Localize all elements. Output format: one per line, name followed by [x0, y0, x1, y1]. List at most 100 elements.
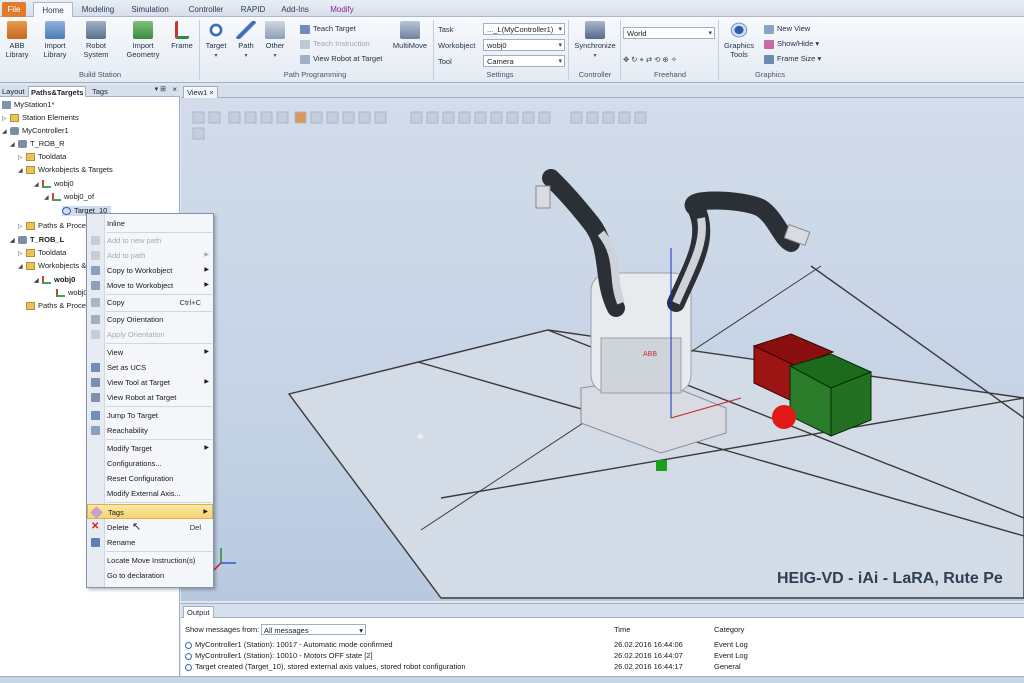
chevron-right-icon[interactable]: ▷ — [2, 114, 10, 124]
menu-item-inline[interactable]: Inline — [87, 216, 213, 231]
menu-item-locate-move-instructions[interactable]: Locate Move Instruction(s) — [87, 553, 213, 568]
viewport-toolbar[interactable] — [192, 111, 647, 140]
output-row[interactable]: MyController1 (Station): 10010 - Motors … — [181, 650, 1024, 661]
expand-icon[interactable]: ◢ — [44, 193, 52, 203]
menu-item-configurations[interactable]: Configurations... — [87, 456, 213, 471]
chevron-right-icon[interactable]: ▷ — [18, 222, 26, 232]
pin-icon[interactable]: ▾ ⊞ — [155, 85, 166, 93]
menu-item-modify-external-axis[interactable]: Modify External Axis... — [87, 486, 213, 501]
tab-file[interactable]: File — [2, 2, 26, 17]
tree-item[interactable]: ▷ Tooldata — [18, 152, 66, 163]
expand-icon[interactable]: ◢ — [18, 166, 26, 176]
tab-home[interactable]: Home — [33, 2, 73, 17]
menu-item-view[interactable]: View ▶ — [87, 345, 213, 360]
menu-item-delete[interactable]: ✕ Delete Del — [87, 520, 213, 535]
freehand-linear-icon[interactable]: ⇄ — [646, 55, 654, 64]
tool-combo[interactable]: Camera — [483, 55, 565, 67]
menu-item-copy[interactable]: Copy Ctrl+C — [87, 295, 213, 310]
menu-item-reset-configuration[interactable]: Reset Configuration — [87, 471, 213, 486]
show-hide-button[interactable]: Show/Hide ▾ — [764, 38, 819, 50]
menu-item-tags[interactable]: Tags ▶ — [87, 504, 213, 519]
column-header-category[interactable]: Category — [714, 624, 744, 635]
multimove-button[interactable]: MultiMove — [390, 21, 430, 50]
tree-item-label: MyStation1* — [14, 100, 55, 109]
frame-button[interactable]: Frame — [168, 21, 196, 50]
menu-item-rename[interactable]: Rename — [87, 535, 213, 550]
tab-view1[interactable]: View1 × — [183, 86, 218, 98]
view-robot-at-target-button[interactable]: View Robot at Target — [300, 53, 382, 65]
tree-item[interactable]: ◢ T_ROB_L — [10, 235, 64, 246]
expand-icon[interactable]: ◢ — [10, 236, 18, 246]
menu-item-add-to-path[interactable]: Add to path ▶ — [87, 248, 213, 263]
output-row[interactable]: Target created (Target_10), stored exter… — [181, 661, 1024, 672]
menu-item-jump-to-target[interactable]: Jump To Target — [87, 408, 213, 423]
teach-instruction-button[interactable]: Teach Instruction — [300, 38, 370, 50]
menu-item-add-to-new-path[interactable]: Add to new path — [87, 233, 213, 248]
robot-system-button[interactable]: Robot System — [80, 21, 112, 59]
chevron-right-icon[interactable]: ▷ — [18, 153, 26, 163]
tab-rapid[interactable]: RAPID — [236, 2, 270, 17]
tab-tags[interactable]: Tags — [90, 86, 110, 97]
path-button[interactable]: Path ▾ — [233, 21, 259, 61]
freehand-multi-icon[interactable]: ✧ — [671, 55, 679, 64]
menu-item-view-tool-at-target[interactable]: View Tool at Target ▶ — [87, 375, 213, 390]
import-library-button[interactable]: Import Library — [38, 21, 72, 59]
tree-item[interactable]: ◢ wobj0 — [34, 179, 74, 190]
tree-item[interactable]: ◢ Workobjects & Targets — [18, 165, 113, 176]
tab-modeling[interactable]: Modeling — [76, 2, 120, 17]
tree-item[interactable]: ◢ MyController1 — [2, 126, 69, 137]
target-button[interactable]: Target ▾ — [202, 21, 230, 61]
teach-target-button[interactable]: Teach Target — [300, 23, 356, 35]
tab-layout[interactable]: Layout — [0, 86, 27, 97]
freehand-axis-icon[interactable]: ⊕ — [662, 55, 670, 64]
other-button[interactable]: Other ▾ — [262, 21, 288, 61]
tree-item[interactable]: MyStation1* — [2, 100, 54, 110]
3d-viewport[interactable]: ABB ✳ HEIG-VD - iAi - LaRA, Rute Pe — [181, 98, 1024, 601]
synchronize-button[interactable]: Synchronize ▾ — [572, 21, 618, 61]
graphics-tools-button[interactable]: Graphics Tools — [721, 21, 757, 59]
tab-modify[interactable]: Modify — [322, 2, 362, 17]
tree-item-label: Station Elements — [22, 113, 79, 122]
close-icon[interactable]: × — [209, 88, 213, 97]
menu-item-view-robot-at-target[interactable]: View Robot at Target — [87, 390, 213, 405]
reference-frame-combo[interactable]: World — [623, 27, 715, 39]
menu-item-set-as-ucs[interactable]: Set as UCS — [87, 360, 213, 375]
tab-output[interactable]: Output — [183, 606, 214, 618]
expand-icon[interactable]: ◢ — [18, 262, 26, 272]
tree-item[interactable]: ▷ Station Elements — [2, 113, 79, 124]
message-filter-combo[interactable]: All messages ▾ — [261, 624, 366, 635]
expand-icon[interactable]: ◢ — [34, 276, 42, 286]
task-combo[interactable]: ..._L(MyController1) — [483, 23, 565, 35]
freehand-rotate-icon[interactable]: ↻ — [631, 55, 639, 64]
menu-item-apply-orientation[interactable]: Apply Orientation — [87, 327, 213, 342]
menu-item-copy-to-workobject[interactable]: Copy to Workobject ▶ — [87, 263, 213, 278]
expand-icon[interactable]: ◢ — [2, 127, 10, 137]
red-sphere[interactable] — [772, 405, 796, 429]
tab-controller[interactable]: Controller — [180, 2, 232, 17]
tree-item[interactable]: ◢ T_ROB_R — [10, 139, 65, 150]
tree-item[interactable]: ◢ wobj0_of — [44, 192, 94, 203]
menu-item-move-to-workobject[interactable]: Move to Workobject ▶ — [87, 278, 213, 293]
abb-library-button[interactable]: ABB Library — [4, 21, 30, 59]
menu-item-go-to-declaration[interactable]: Go to declaration — [87, 568, 213, 583]
tab-paths-targets[interactable]: Paths&Targets — [28, 86, 87, 97]
chevron-right-icon[interactable]: ▷ — [18, 249, 26, 259]
menu-item-reachability[interactable]: Reachability — [87, 423, 213, 438]
menu-item-copy-orientation[interactable]: Copy Orientation — [87, 312, 213, 327]
close-icon[interactable]: × — [172, 85, 177, 94]
expand-icon[interactable]: ◢ — [10, 140, 18, 150]
import-geometry-button[interactable]: Import Geometry — [122, 21, 164, 59]
menu-item-modify-target[interactable]: Modify Target ▶ — [87, 441, 213, 456]
tree-item[interactable]: ◢ wobj0 — [34, 275, 75, 286]
tree-item[interactable]: ▷ Tooldata — [18, 248, 66, 259]
new-view-button[interactable]: New View — [764, 23, 810, 35]
green-cube[interactable] — [656, 460, 667, 471]
tab-add-ins[interactable]: Add-Ins — [274, 2, 316, 17]
output-row[interactable]: MyController1 (Station): 10017 - Automat… — [181, 639, 1024, 650]
tab-simulation[interactable]: Simulation — [124, 2, 176, 17]
expand-icon[interactable]: ◢ — [34, 180, 42, 190]
frame-size-button[interactable]: Frame Size ▾ — [764, 53, 821, 65]
workobject-combo[interactable]: wobj0 — [483, 39, 565, 51]
column-header-time[interactable]: Time — [614, 624, 630, 635]
freehand-tools[interactable]: ✥↻⌖⇄⟲⊕✧ — [623, 54, 679, 66]
